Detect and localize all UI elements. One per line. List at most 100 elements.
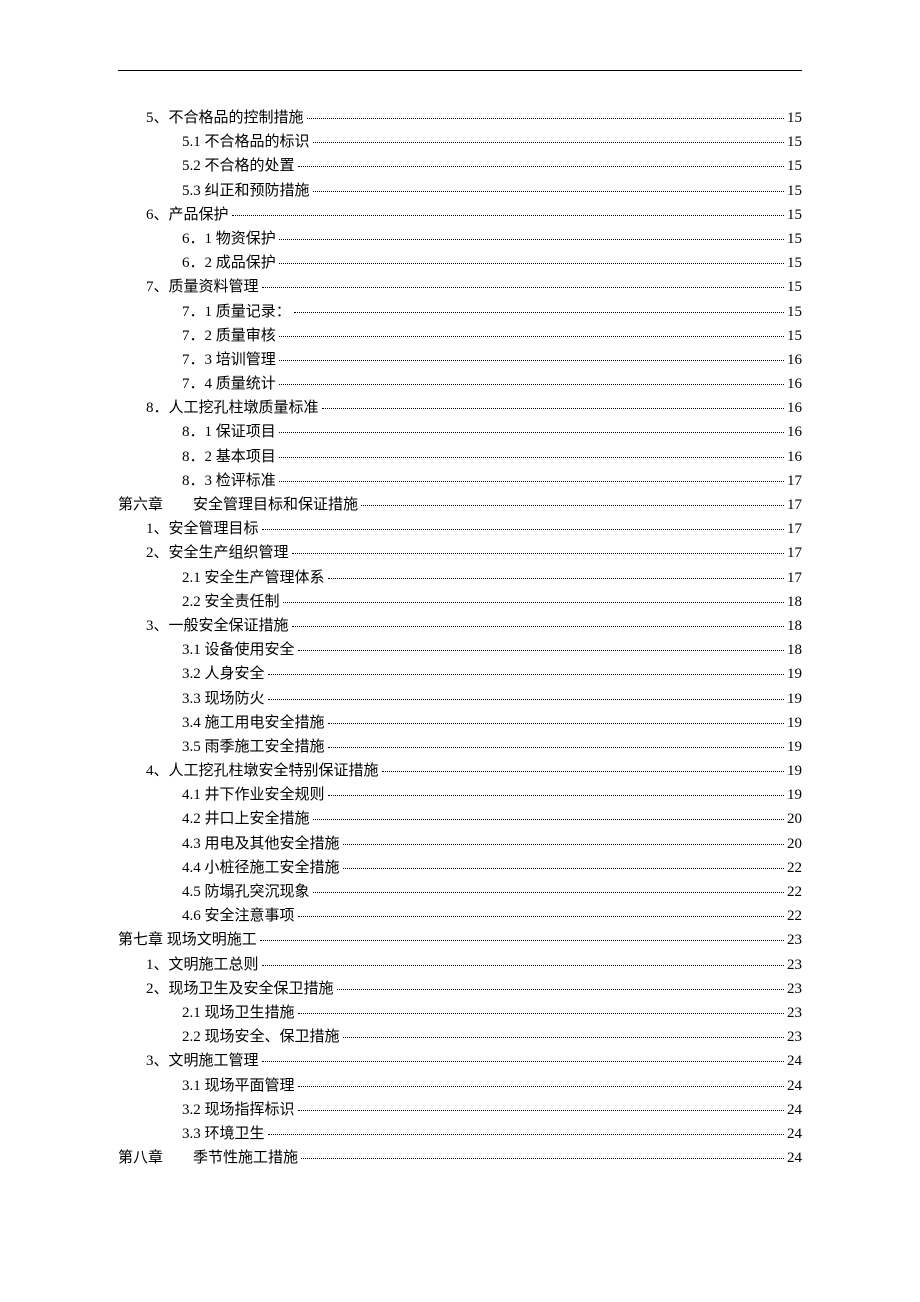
toc-leader-dots [298,1110,784,1111]
toc-entry-label: 3.3 现场防火 [182,692,265,707]
toc-entry: 6、产品保护15 [118,208,802,232]
toc-entry-label: 4、人工挖孔柱墩安全特别保证措施 [146,764,379,779]
toc-entry-page: 15 [787,305,802,320]
toc-entry-label: 5.1 不合格品的标识 [182,135,310,150]
table-of-contents: 5、不合格品的控制措施155.1 不合格品的标识155.2 不合格的处置155.… [118,111,802,1175]
page: 5、不合格品的控制措施155.1 不合格品的标识155.2 不合格的处置155.… [0,0,920,1302]
toc-leader-dots [279,263,784,264]
toc-entry-label: 8．2 基本项目 [182,450,276,465]
toc-entry: 2、安全生产组织管理 17 [118,546,802,570]
toc-entry-page: 15 [787,159,802,174]
toc-entry-page: 22 [787,861,802,876]
toc-entry: 2.1 现场卫生措施23 [118,1006,802,1030]
toc-entry: 8．1 保证项目16 [118,425,802,449]
toc-entry-label: 4.6 安全注意事项 [182,909,295,924]
toc-leader-dots [262,965,784,966]
toc-leader-dots [313,191,784,192]
toc-entry-page: 15 [787,329,802,344]
toc-leader-dots [328,795,784,796]
toc-entry: 4.2 井口上安全措施20 [118,812,802,836]
toc-entry-label: 7．2 质量审核 [182,329,276,344]
toc-entry-label: 3.2 人身安全 [182,667,265,682]
toc-leader-dots [294,312,784,313]
toc-leader-dots [283,602,784,603]
toc-leader-dots [268,674,784,675]
toc-leader-dots [337,989,784,990]
toc-entry-page: 23 [787,933,802,948]
toc-entry-page: 19 [787,788,802,803]
toc-entry-label: 4.4 小桩径施工安全措施 [182,861,340,876]
toc-leader-dots [279,432,784,433]
toc-leader-dots [343,868,784,869]
toc-entry: 4.5 防塌孔突沉现象22 [118,885,802,909]
toc-leader-dots [298,650,784,651]
toc-entry-label: 6、产品保护 [146,208,229,223]
toc-leader-dots [292,626,784,627]
toc-leader-dots [279,481,784,482]
toc-entry-label: 7．1 质量记录： [182,305,291,320]
toc-entry-label: 6．1 物资保护 [182,232,276,247]
toc-entry: 8．3 检评标准17 [118,474,802,498]
toc-entry-page: 18 [787,619,802,634]
toc-entry-page: 20 [787,812,802,827]
toc-entry: 8．人工挖孔柱墩质量标准16 [118,401,802,425]
toc-entry-label: 2、安全生产组织管理 [146,546,289,561]
toc-entry-label: 3、文明施工管理 [146,1054,259,1069]
toc-entry: 7．3 培训管理16 [118,353,802,377]
toc-leader-dots [268,1134,784,1135]
toc-leader-dots [279,457,784,458]
toc-entry-page: 17 [787,498,802,513]
toc-entry-page: 20 [787,837,802,852]
toc-leader-dots [298,916,784,917]
toc-entry: 7．2 质量审核 15 [118,329,802,353]
toc-entry-label: 2.2 安全责任制 [182,595,280,610]
toc-entry: 2.2 现场安全、保卫措施23 [118,1030,802,1054]
toc-entry-page: 15 [787,135,802,150]
toc-entry-label: 第六章 安全管理目标和保证措施 [118,498,358,513]
toc-entry-label: 2.2 现场安全、保卫措施 [182,1030,340,1045]
toc-leader-dots [361,505,784,506]
toc-entry-page: 24 [787,1079,802,1094]
toc-entry-page: 24 [787,1054,802,1069]
toc-entry: 4.1 井下作业安全规则19 [118,788,802,812]
toc-entry: 2.1 安全生产管理体系17 [118,571,802,595]
toc-entry-label: 3.3 环境卫生 [182,1127,265,1142]
toc-entry-page: 24 [787,1151,802,1166]
toc-entry: 3、文明施工管理 24 [118,1054,802,1078]
toc-leader-dots [262,529,784,530]
toc-entry-label: 4.3 用电及其他安全措施 [182,837,340,852]
toc-entry-page: 15 [787,184,802,199]
toc-entry-page: 24 [787,1103,802,1118]
toc-leader-dots [260,940,784,941]
toc-entry-page: 17 [787,546,802,561]
toc-entry: 3.1 现场平面管理 24 [118,1079,802,1103]
toc-entry-page: 18 [787,595,802,610]
toc-entry-label: 5.3 纠正和预防措施 [182,184,310,199]
toc-entry-label: 7．4 质量统计 [182,377,276,392]
toc-entry-page: 17 [787,522,802,537]
toc-leader-dots [322,408,784,409]
toc-entry: 第七章 现场文明施工23 [118,933,802,957]
toc-leader-dots [279,239,784,240]
toc-leader-dots [262,287,784,288]
toc-leader-dots [328,723,784,724]
toc-leader-dots [382,771,784,772]
toc-leader-dots [262,1061,784,1062]
toc-leader-dots [279,336,784,337]
toc-entry: 4.3 用电及其他安全措施 20 [118,837,802,861]
toc-entry-page: 19 [787,740,802,755]
toc-leader-dots [298,1013,784,1014]
toc-entry-page: 15 [787,256,802,271]
toc-entry-label: 3.5 雨季施工安全措施 [182,740,325,755]
toc-leader-dots [298,166,784,167]
toc-entry: 第六章 安全管理目标和保证措施 17 [118,498,802,522]
toc-entry-page: 19 [787,667,802,682]
toc-entry: 2.2 安全责任制 18 [118,595,802,619]
toc-entry: 3.3 现场防火19 [118,692,802,716]
toc-entry-label: 8．3 检评标准 [182,474,276,489]
toc-entry: 2、现场卫生及安全保卫措施23 [118,982,802,1006]
toc-entry-page: 16 [787,377,802,392]
toc-entry-label: 第八章 季节性施工措施 [118,1151,298,1166]
toc-entry-label: 3.1 现场平面管理 [182,1079,295,1094]
toc-entry-page: 22 [787,885,802,900]
